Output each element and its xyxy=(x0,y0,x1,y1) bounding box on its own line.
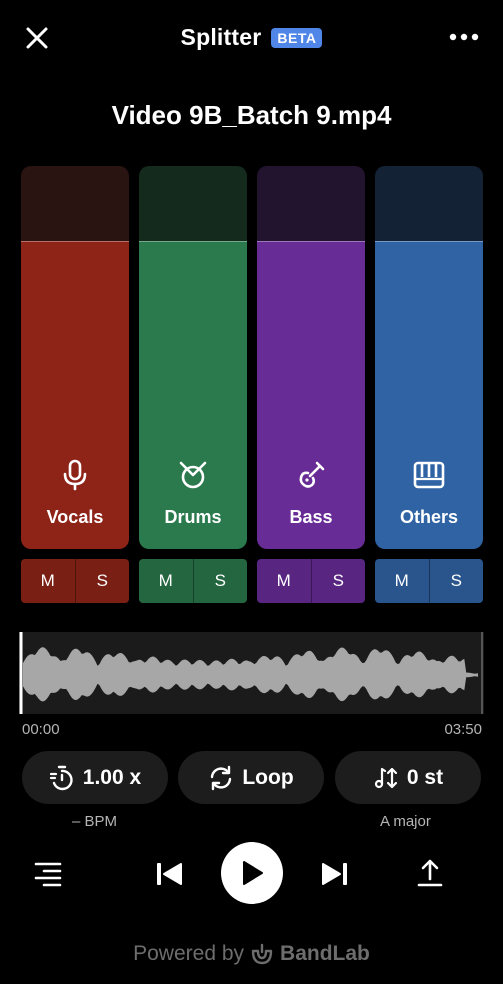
track-label: Drums xyxy=(164,507,222,527)
top-bar: Splitter BETA xyxy=(0,0,503,76)
play-button[interactable] xyxy=(221,842,283,904)
stem-tracks: Vocals M S Drums M S Bass M S Others M S xyxy=(21,166,483,604)
mute-button-others[interactable]: M xyxy=(375,559,429,603)
piano-icon xyxy=(413,461,445,489)
solo-button-others[interactable]: S xyxy=(428,559,484,603)
track-drums-level xyxy=(139,241,247,549)
play-icon xyxy=(243,861,263,885)
powered-by: Powered by BandLab xyxy=(0,942,503,966)
track-vocals-ms: M S xyxy=(21,559,129,603)
guitar-icon xyxy=(299,461,325,488)
previous-button[interactable] xyxy=(152,858,186,890)
track-bass-level xyxy=(257,241,365,549)
transport-bar xyxy=(0,842,503,908)
speed-timer-icon xyxy=(49,765,73,790)
solo-button-vocals[interactable]: S xyxy=(74,559,130,603)
track-bass-ms: M S xyxy=(257,559,365,603)
time-end: 03:50 xyxy=(444,721,482,738)
track-label: Vocals xyxy=(46,507,104,527)
brand-name: BandLab xyxy=(280,942,370,965)
drum-icon xyxy=(179,461,207,489)
pitch-shift-icon xyxy=(374,767,398,788)
file-name: Video 9B_Batch 9.mp4 xyxy=(111,100,392,130)
track-bass-fader[interactable]: Bass xyxy=(257,166,365,549)
upload-icon xyxy=(417,859,443,887)
speed-value: 1.00 x xyxy=(82,765,142,789)
track-drums: Drums M S xyxy=(139,166,247,603)
track-vocals-fader[interactable]: Vocals xyxy=(21,166,129,549)
waveform-scrubber[interactable] xyxy=(19,632,484,714)
microphone-icon xyxy=(63,459,87,491)
powered-by-text: Powered by xyxy=(133,942,245,965)
loop-label: Loop xyxy=(242,765,294,789)
key-label: A major xyxy=(380,813,431,830)
track-drums-ms: M S xyxy=(139,559,247,603)
mute-button-drums[interactable]: M xyxy=(139,559,193,603)
list-icon xyxy=(34,862,62,887)
track-label: Others xyxy=(399,507,459,527)
bandlab-logo-icon xyxy=(251,943,273,965)
track-drums-fader[interactable]: Drums xyxy=(139,166,247,549)
export-button[interactable] xyxy=(414,856,446,890)
time-start: 00:00 xyxy=(22,721,60,738)
mute-button-vocals[interactable]: M xyxy=(21,559,75,603)
pitch-value: 0 st xyxy=(406,765,444,789)
mute-button-bass[interactable]: M xyxy=(257,559,311,603)
solo-button-bass[interactable]: S xyxy=(310,559,366,603)
lyrics-button[interactable] xyxy=(32,858,64,890)
title-group: Splitter BETA xyxy=(0,24,503,51)
track-others-level xyxy=(375,241,483,549)
loop-button[interactable]: Loop xyxy=(178,751,324,804)
bpm-label: – BPM xyxy=(72,813,118,830)
pitch-button[interactable]: 0 st xyxy=(335,751,481,804)
solo-button-drums[interactable]: S xyxy=(192,559,248,603)
track-others-fader[interactable]: Others xyxy=(375,166,483,549)
beta-badge: BETA xyxy=(271,27,323,48)
speed-button[interactable]: 1.00 x xyxy=(22,751,168,804)
more-options-button[interactable] xyxy=(447,26,481,48)
waveform xyxy=(19,632,483,714)
track-vocals: Vocals M S xyxy=(21,166,129,603)
track-others-ms: M S xyxy=(375,559,483,603)
skip-previous-icon xyxy=(157,863,182,885)
skip-next-icon xyxy=(322,863,347,885)
track-label: Bass xyxy=(289,507,333,527)
track-others: Others M S xyxy=(375,166,483,603)
next-button[interactable] xyxy=(318,858,352,890)
more-horizontal-icon xyxy=(449,33,479,41)
track-vocals-level xyxy=(21,241,129,549)
loop-icon xyxy=(211,765,232,790)
track-bass: Bass M S xyxy=(257,166,365,603)
page-title: Splitter xyxy=(180,24,262,50)
